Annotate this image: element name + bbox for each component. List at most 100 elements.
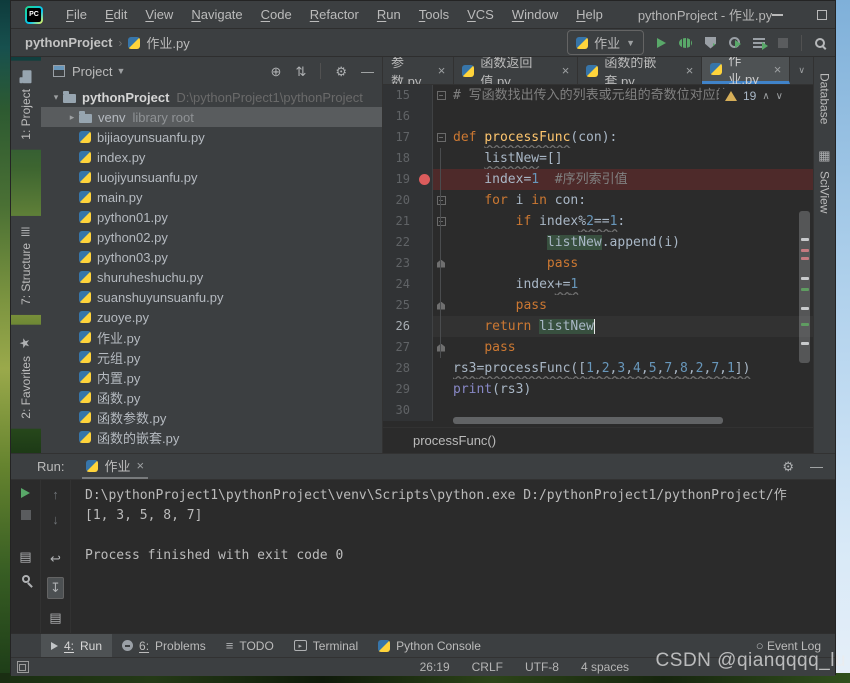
rerun-button[interactable] xyxy=(21,488,30,498)
tree-item-shuruheshuchu.py[interactable]: shuruheshuchu.py xyxy=(41,267,382,287)
close-icon[interactable]: × xyxy=(136,458,144,473)
error-stripe[interactable] xyxy=(799,85,811,427)
editor-tab-函数返回值.py[interactable]: 函数返回值.py× xyxy=(454,57,578,84)
tree-item-luojiyunsuanfu.py[interactable]: luojiyunsuanfu.py xyxy=(41,167,382,187)
fold-collapse-icon[interactable]: − xyxy=(437,196,446,205)
chevron-down-icon[interactable]: ▼ xyxy=(116,66,125,76)
fold-collapse-icon[interactable]: − xyxy=(437,217,446,226)
fold-marker[interactable]: − xyxy=(433,211,449,232)
tree-item-python03.py[interactable]: python03.py xyxy=(41,247,382,267)
debug-button[interactable] xyxy=(679,38,692,48)
fold-marker[interactable]: − xyxy=(433,127,449,148)
run-button[interactable] xyxy=(657,38,666,48)
run-tab[interactable]: 作业 × xyxy=(82,454,148,479)
gear-icon[interactable]: ⚙ xyxy=(335,65,347,78)
editor-tab-函数的嵌套.py[interactable]: 函数的嵌套.py× xyxy=(578,57,702,84)
toolwindow-toggle-icon[interactable] xyxy=(17,661,29,673)
up-stacktrace-icon[interactable]: ↑ xyxy=(52,488,59,501)
breadcrumb-project[interactable]: pythonProject xyxy=(25,35,112,50)
status-widget-crlf[interactable]: CRLF xyxy=(472,660,503,674)
project-panel-title[interactable]: Project xyxy=(72,64,112,79)
tree-chevron-icon[interactable]: ▾ xyxy=(49,92,63,103)
toolwindow-button-run[interactable]: 4:Run xyxy=(41,634,112,657)
tree-item-venv[interactable]: ▸venvlibrary root xyxy=(41,107,382,127)
run-configuration-select[interactable]: 作业 ▼ xyxy=(567,30,644,55)
fold-marker[interactable] xyxy=(433,295,449,316)
toolwindow-button-problems[interactable]: 6:Problems xyxy=(112,634,216,657)
close-tab-icon[interactable]: × xyxy=(438,63,446,78)
run-console[interactable]: D:\pythonProject1\pythonProject\venv\Scr… xyxy=(71,480,835,633)
run-with-coverage-button[interactable] xyxy=(705,37,716,49)
toolwindow-button-terminal[interactable]: ▸Terminal xyxy=(284,634,368,657)
locate-file-icon[interactable]: ⊕ xyxy=(271,65,282,78)
close-tab-icon[interactable]: × xyxy=(686,63,694,78)
editor-line-26[interactable]: 26 return listNew xyxy=(383,316,813,337)
stop-button[interactable] xyxy=(21,510,31,520)
editor-line-21[interactable]: 21− if index%2==1: xyxy=(383,211,813,232)
menu-code[interactable]: Code xyxy=(252,7,301,22)
down-stacktrace-icon[interactable]: ↓ xyxy=(52,513,59,526)
tree-item-zuoye.py[interactable]: zuoye.py xyxy=(41,307,382,327)
editor-line-18[interactable]: 18 listNew=[] xyxy=(383,148,813,169)
menu-tools[interactable]: Tools xyxy=(410,7,458,22)
editor-line-29[interactable]: 29print(rs3) xyxy=(383,379,813,400)
stop-button[interactable] xyxy=(778,38,788,48)
editor-tab-参数.py[interactable]: 参数.py× xyxy=(383,57,454,84)
fold-end-icon[interactable] xyxy=(437,260,445,268)
tree-chevron-icon[interactable]: ▸ xyxy=(65,112,79,123)
editor-line-24[interactable]: 24 index+=1 xyxy=(383,274,813,295)
editor-line-16[interactable]: 16 xyxy=(383,106,813,127)
menu-vcs[interactable]: VCS xyxy=(458,7,503,22)
menu-refactor[interactable]: Refactor xyxy=(301,7,368,22)
tree-item-内置.py[interactable]: 内置.py xyxy=(41,367,382,387)
tree-item-index.py[interactable]: index.py xyxy=(41,147,382,167)
collapse-all-icon[interactable]: ⇅ xyxy=(295,65,306,78)
menu-edit[interactable]: Edit xyxy=(96,7,136,22)
editor-line-19[interactable]: 19 index=1 #序列索引值 xyxy=(383,169,813,190)
breadcrumb-file[interactable]: 作业.py xyxy=(146,33,189,52)
toolwindow-tab-sciview[interactable]: ▦SciView xyxy=(818,150,832,213)
fold-end-icon[interactable] xyxy=(437,302,445,310)
gear-icon[interactable]: ⚙ xyxy=(782,460,794,473)
chevron-down-icon[interactable]: ∨ xyxy=(798,65,805,76)
breakpoint-icon[interactable] xyxy=(419,174,430,185)
run-concurrency-button[interactable] xyxy=(753,38,765,48)
next-warning-icon[interactable]: ∨ xyxy=(776,91,783,102)
editor-line-27[interactable]: 27 pass xyxy=(383,337,813,358)
menu-navigate[interactable]: Navigate xyxy=(182,7,251,22)
scrollbar-thumb[interactable] xyxy=(799,211,810,363)
fold-end-icon[interactable] xyxy=(437,344,445,352)
print-icon[interactable]: ▤ xyxy=(49,611,61,624)
hide-panel-icon[interactable]: — xyxy=(810,460,823,473)
fold-marker[interactable]: − xyxy=(433,190,449,211)
toolwindow-tab-database[interactable]: Database xyxy=(818,65,832,124)
editor-line-23[interactable]: 23 pass xyxy=(383,253,813,274)
gutter[interactable] xyxy=(417,169,433,190)
fold-marker[interactable] xyxy=(433,337,449,358)
menu-run[interactable]: Run xyxy=(368,7,410,22)
profiler-button[interactable] xyxy=(729,37,740,48)
menu-help[interactable]: Help xyxy=(567,7,612,22)
status-widget-utf-8[interactable]: UTF-8 xyxy=(525,660,559,674)
menu-view[interactable]: View xyxy=(136,7,182,22)
tree-item-python02.py[interactable]: python02.py xyxy=(41,227,382,247)
tree-item-函数.py[interactable]: 函数.py xyxy=(41,387,382,407)
soft-wrap-icon[interactable]: ↩ xyxy=(50,552,61,565)
toolwindow-tab-2-favorites[interactable]: 2: Favorites★ xyxy=(11,325,41,429)
editor-line-28[interactable]: 28rs3=processFunc([1,2,3,4,5,7,8,2,7,1]) xyxy=(383,358,813,379)
fold-collapse-icon[interactable]: − xyxy=(437,91,446,100)
editor-line-25[interactable]: 25 pass xyxy=(383,295,813,316)
tree-item-函数的嵌套.py[interactable]: 函数的嵌套.py xyxy=(41,427,382,447)
tree-item-python01.py[interactable]: python01.py xyxy=(41,207,382,227)
search-everywhere-icon[interactable] xyxy=(815,38,825,48)
minimize-icon[interactable] xyxy=(772,14,783,16)
fold-marker[interactable]: − xyxy=(433,85,449,106)
editor-tab-作业.py[interactable]: 作业.py× xyxy=(702,57,790,84)
editor-breadcrumb[interactable]: processFunc() xyxy=(413,433,496,448)
editor-line-20[interactable]: 20− for i in con: xyxy=(383,190,813,211)
tree-item-pythonProject[interactable]: ▾pythonProjectD:\pythonProject1\pythonPr… xyxy=(41,87,382,107)
toolwindow-button-todo[interactable]: ≡TODO xyxy=(216,634,284,657)
hide-panel-icon[interactable]: — xyxy=(361,65,374,78)
status-widget-4-spaces[interactable]: 4 spaces xyxy=(581,660,629,674)
editor-line-22[interactable]: 22 listNew.append(i) xyxy=(383,232,813,253)
